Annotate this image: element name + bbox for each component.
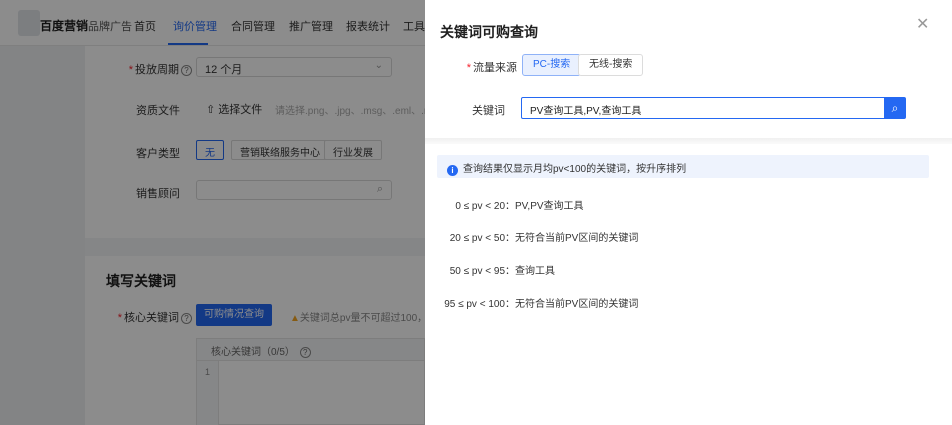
search-icon[interactable]: ⌕ — [884, 97, 906, 119]
traffic-source-label-text: 流量来源 — [473, 62, 517, 74]
drawer-title: 关键词可购查询 — [440, 24, 538, 40]
result-value: 查询工具 — [515, 266, 555, 277]
result-row: 50 ≤ pv < 95：查询工具 — [425, 262, 555, 277]
result-row: 0 ≤ pv < 20：PV,PV查询工具 — [425, 197, 584, 212]
result-value: 无符合当前PV区间的关键词 — [515, 233, 639, 244]
info-icon: i — [447, 165, 458, 176]
result-range: 50 ≤ pv < 95： — [449, 266, 515, 277]
keyword-input[interactable]: PV查询工具,PV,查询工具 — [521, 97, 886, 119]
keyword-label: 关键词 — [472, 105, 505, 117]
result-range: 95 ≤ pv < 100： — [444, 299, 515, 310]
traffic-option-mobile[interactable]: 无线-搜索 — [578, 54, 644, 76]
close-icon[interactable]: ✕ — [916, 17, 929, 33]
keyword-query-drawer: 关键词可购查询 ✕ * 流量来源 PC-搜索 无线-搜索 关键词 PV查询工具,P… — [425, 0, 952, 425]
notice-banner: i 查询结果仅显示月均pv<100的关键词，按升序排列 — [437, 155, 929, 178]
result-range: 20 ≤ pv < 50： — [449, 233, 515, 244]
drawer-divider — [425, 138, 952, 144]
result-row: 20 ≤ pv < 50：无符合当前PV区间的关键词 — [425, 229, 639, 244]
result-range: 0 ≤ pv < 20： — [455, 201, 515, 212]
result-value: 无符合当前PV区间的关键词 — [515, 299, 639, 310]
result-row: 95 ≤ pv < 100：无符合当前PV区间的关键词 — [425, 295, 638, 310]
traffic-source-label: * 流量来源 — [466, 62, 517, 74]
notice-text: 查询结果仅显示月均pv<100的关键词，按升序排列 — [463, 164, 687, 175]
result-value: PV,PV查询工具 — [515, 201, 584, 212]
traffic-option-pc[interactable]: PC-搜索 — [522, 54, 582, 76]
app-root: 百度营销 品牌广告 首页 询价管理 合同管理 推广管理 报表统计 工具 * 投放周… — [0, 0, 952, 425]
modal-overlay[interactable] — [0, 0, 425, 425]
